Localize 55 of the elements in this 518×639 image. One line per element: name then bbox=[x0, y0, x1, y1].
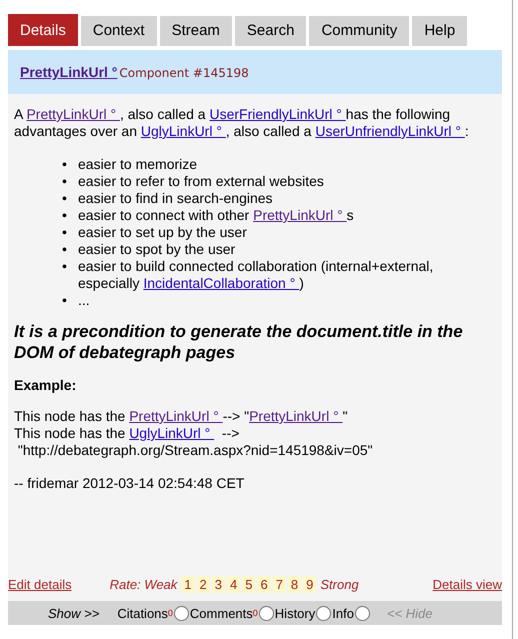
edit-details-link[interactable]: Edit details bbox=[8, 577, 72, 592]
count: 0 bbox=[252, 608, 258, 618]
link[interactable]: UserUnfriendlyLinkUrl ° bbox=[315, 123, 465, 139]
list-item: • easier to build connected collaboration (internal+external, especially IncidentalCollaboration ° ) bbox=[62, 258, 434, 292]
list-item: • ... bbox=[62, 292, 91, 309]
example-line: This node has the PrettyLinkUrl ° --> "PrettyLinkUrl ° " bbox=[14, 408, 349, 425]
radio-button[interactable] bbox=[316, 606, 332, 620]
radio-button[interactable] bbox=[258, 606, 274, 620]
example-label: Example: bbox=[14, 377, 78, 394]
list-item: • easier to find in search-engines bbox=[62, 190, 274, 207]
link[interactable]: PrettyLinkUrl ° bbox=[249, 408, 343, 424]
rating-option[interactable]: 6 bbox=[257, 576, 271, 593]
link[interactable]: PrettyLinkUrl ° bbox=[129, 408, 223, 424]
rate-label: Rate: Weak bbox=[110, 577, 178, 592]
rate-end-label: Strong bbox=[320, 577, 359, 592]
tab[interactable]: Help bbox=[412, 16, 468, 46]
rating-option[interactable]: 1 bbox=[181, 576, 195, 593]
section-label: Citations bbox=[117, 606, 168, 620]
link[interactable]: PrettyLinkUrl ° bbox=[26, 106, 120, 122]
list-item: • easier to spot by the user bbox=[62, 241, 236, 258]
tab[interactable]: Context bbox=[80, 16, 157, 46]
rating-option[interactable]: 8 bbox=[288, 576, 302, 593]
rating-option[interactable]: 3 bbox=[212, 576, 225, 593]
show-link[interactable]: Show >> bbox=[48, 606, 100, 620]
count: 0 bbox=[168, 608, 173, 618]
signature: -- fridemar 2012-03-14 02:54:48 CET bbox=[14, 475, 246, 492]
list-item: • easier to refer to from external websites bbox=[62, 173, 325, 190]
tab[interactable]: Stream bbox=[160, 16, 232, 46]
section-label: Info bbox=[332, 606, 354, 620]
tab[interactable]: Search bbox=[234, 16, 306, 46]
list-item: • easier to connect with other PrettyLinkUrl ° s bbox=[62, 207, 355, 224]
section-label: History bbox=[274, 606, 316, 620]
radio-button[interactable] bbox=[354, 606, 370, 620]
list-item: • easier to set up by the user bbox=[62, 224, 248, 241]
radio-button[interactable] bbox=[174, 606, 189, 620]
heading: It is a precondition to generate the document.title in the DOM of debategraph pages bbox=[14, 321, 464, 363]
rating-option[interactable]: 2 bbox=[196, 576, 210, 593]
link[interactable]: UglyLinkUrl ° bbox=[129, 425, 214, 441]
rating-option[interactable]: 4 bbox=[226, 576, 240, 593]
link[interactable]: UserFriendlyLinkUrl ° bbox=[209, 106, 346, 122]
rating-option[interactable]: 9 bbox=[303, 576, 316, 593]
link[interactable]: UglyLinkUrl ° bbox=[140, 123, 226, 139]
intro-paragraph: A PrettyLinkUrl ° , also called a UserFriendlyLinkUrl ° has the following advantages over an UglyLinkUrl ° , also called a UserUnfriendlyLinkUrl ° : bbox=[14, 106, 470, 140]
tab[interactable]: Details bbox=[8, 14, 78, 46]
tab[interactable]: Community bbox=[309, 16, 410, 46]
component-id: Component #145198 bbox=[119, 66, 249, 80]
rating-option[interactable]: 5 bbox=[242, 576, 256, 593]
link[interactable]: IncidentalCollaboration ° bbox=[143, 275, 300, 291]
details-view-link[interactable]: Details view bbox=[432, 577, 502, 592]
title-link[interactable]: PrettyLinkUrl ° bbox=[20, 64, 118, 80]
list-item: • easier to memorize bbox=[62, 156, 198, 173]
example-line: This node has the UglyLinkUrl ° --> "http://debategraph.org/Stream.aspx?nid=145198&iv=05" bbox=[14, 425, 374, 459]
rating-option[interactable]: 7 bbox=[272, 576, 286, 593]
section-label: Comments bbox=[190, 606, 253, 620]
link[interactable]: PrettyLinkUrl ° bbox=[253, 207, 347, 223]
